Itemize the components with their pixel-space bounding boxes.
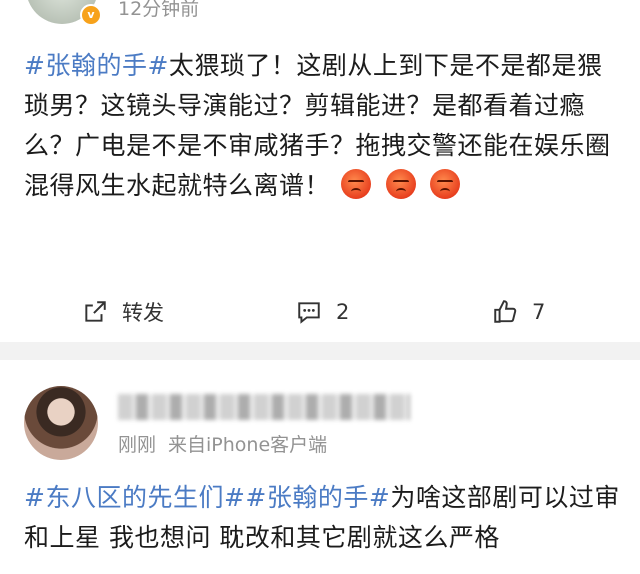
topic-link[interactable]: #东八区的先生们#	[24, 483, 245, 512]
repost-button[interactable]: 转发	[82, 282, 164, 342]
angry-face-icon	[341, 169, 372, 199]
like-button[interactable]: 7	[492, 282, 545, 342]
angry-face-icon	[430, 169, 461, 199]
post-card: 刚刚 来自iPhone客户端 #东八区的先生们##张翰的手#为啥这部剧可以过审和上…	[0, 360, 640, 574]
post-time: 12分钟前	[118, 0, 200, 20]
like-count: 7	[532, 300, 546, 324]
comment-icon	[298, 302, 320, 324]
verified-badge-icon: v	[80, 4, 102, 26]
topic-link[interactable]: #张翰的手#	[24, 51, 169, 80]
post-source: 来自iPhone客户端	[168, 434, 328, 456]
author-avatar[interactable]	[24, 386, 98, 460]
comment-count: 2	[336, 300, 350, 324]
post-time: 刚刚	[118, 434, 157, 456]
post-body: #东八区的先生们##张翰的手#为啥这部剧可以过审和上星 我也想问 耽改和其它剧就…	[24, 478, 620, 558]
angry-face-icon	[385, 169, 416, 199]
post-meta: 刚刚 来自iPhone客户端	[118, 430, 339, 457]
comment-button[interactable]: 2	[296, 282, 349, 342]
repost-icon	[85, 301, 106, 322]
post-separator	[0, 342, 640, 360]
repost-label: 转发	[122, 301, 164, 325]
post-card: v 12分钟前 #张翰的手#太猥琐了！这剧从上到下是不是都是猥琐男？这镜头导演能…	[0, 0, 640, 342]
action-bar: 转发 2 7	[0, 282, 640, 342]
thumbs-up-icon	[494, 300, 517, 323]
post-body: #张翰的手#太猥琐了！这剧从上到下是不是都是猥琐男？这镜头导演能过？剪辑能进？是…	[24, 46, 620, 206]
author-name-blurred[interactable]	[118, 394, 410, 420]
topic-link[interactable]: #张翰的手#	[245, 483, 390, 512]
